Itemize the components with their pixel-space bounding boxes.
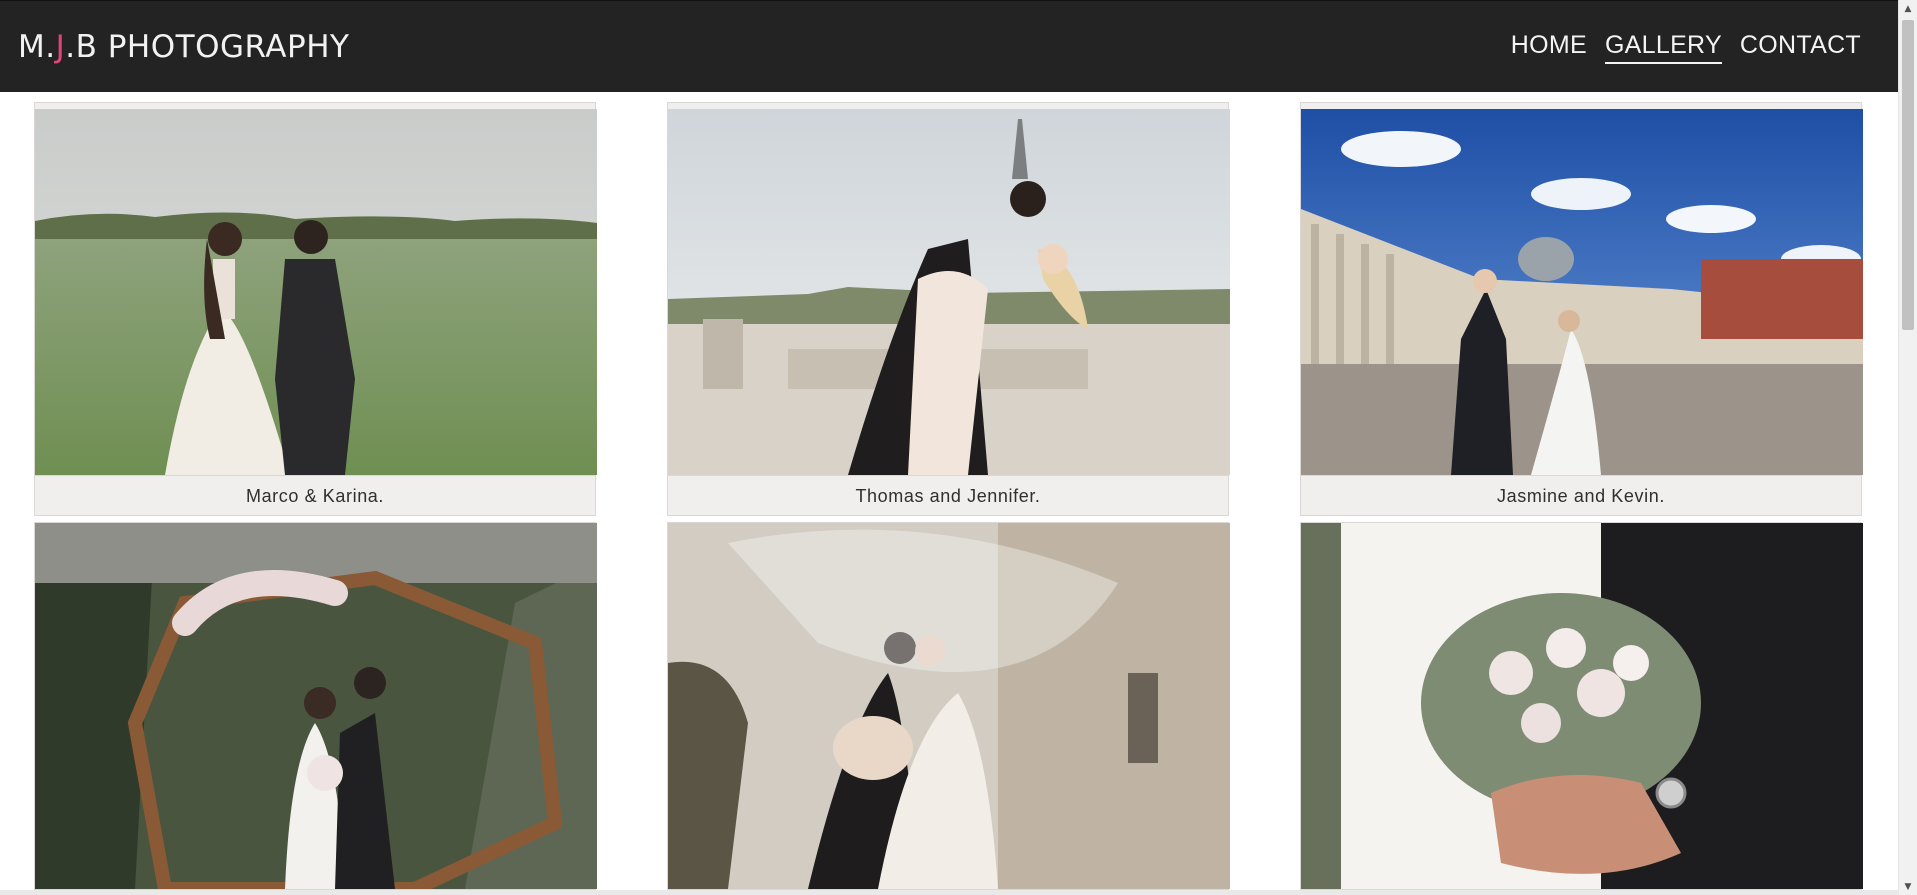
main-nav: HOME GALLERY CONTACT [1511,31,1861,64]
site-header: M.J.B PHOTOGRAPHY HOME GALLERY CONTACT [0,0,1899,92]
horizontal-scrollbar[interactable] [0,890,1899,895]
nav-home-link[interactable]: HOME [1511,31,1587,64]
couple-walking-in-grass-field-photo[interactable] [35,109,597,475]
couple-kiss-floral-hexagon-arch-photo[interactable] [35,523,597,889]
gallery-card[interactable]: Jasmine and Kevin. [1300,102,1863,516]
gallery-card[interactable] [667,522,1230,890]
scroll-down-arrow-icon[interactable]: ▼ [1899,878,1917,895]
couple-dip-kiss-eiffel-tower-photo[interactable] [668,109,1230,475]
logo-accent-letter: J [55,29,66,65]
gallery-card[interactable] [1300,522,1863,890]
site-logo[interactable]: M.J.B PHOTOGRAPHY [18,29,349,65]
gallery-caption: Jasmine and Kevin. [1301,475,1861,516]
nav-contact-link[interactable]: CONTACT [1740,31,1861,64]
scroll-up-arrow-icon[interactable]: ▲ [1899,0,1917,17]
vertical-scrollbar[interactable]: ▲ ▼ [1898,0,1917,895]
logo-prefix: M. [18,29,56,65]
logo-suffix: .B PHOTOGRAPHY [65,29,350,65]
couple-kiss-under-veil-photo[interactable] [668,523,1230,889]
gallery-card[interactable]: Marco & Karina. [34,102,597,516]
gallery-caption: Marco & Karina. [35,475,595,516]
scroll-thumb[interactable] [1902,20,1914,330]
hands-holding-bouquet-photo[interactable] [1301,523,1863,889]
couple-st-peters-square-photo[interactable] [1301,109,1863,475]
gallery-card[interactable]: Thomas and Jennifer. [667,102,1230,516]
gallery-card[interactable] [34,522,597,890]
gallery-caption: Thomas and Jennifer. [668,475,1228,516]
nav-gallery-link[interactable]: GALLERY [1604,31,1722,64]
